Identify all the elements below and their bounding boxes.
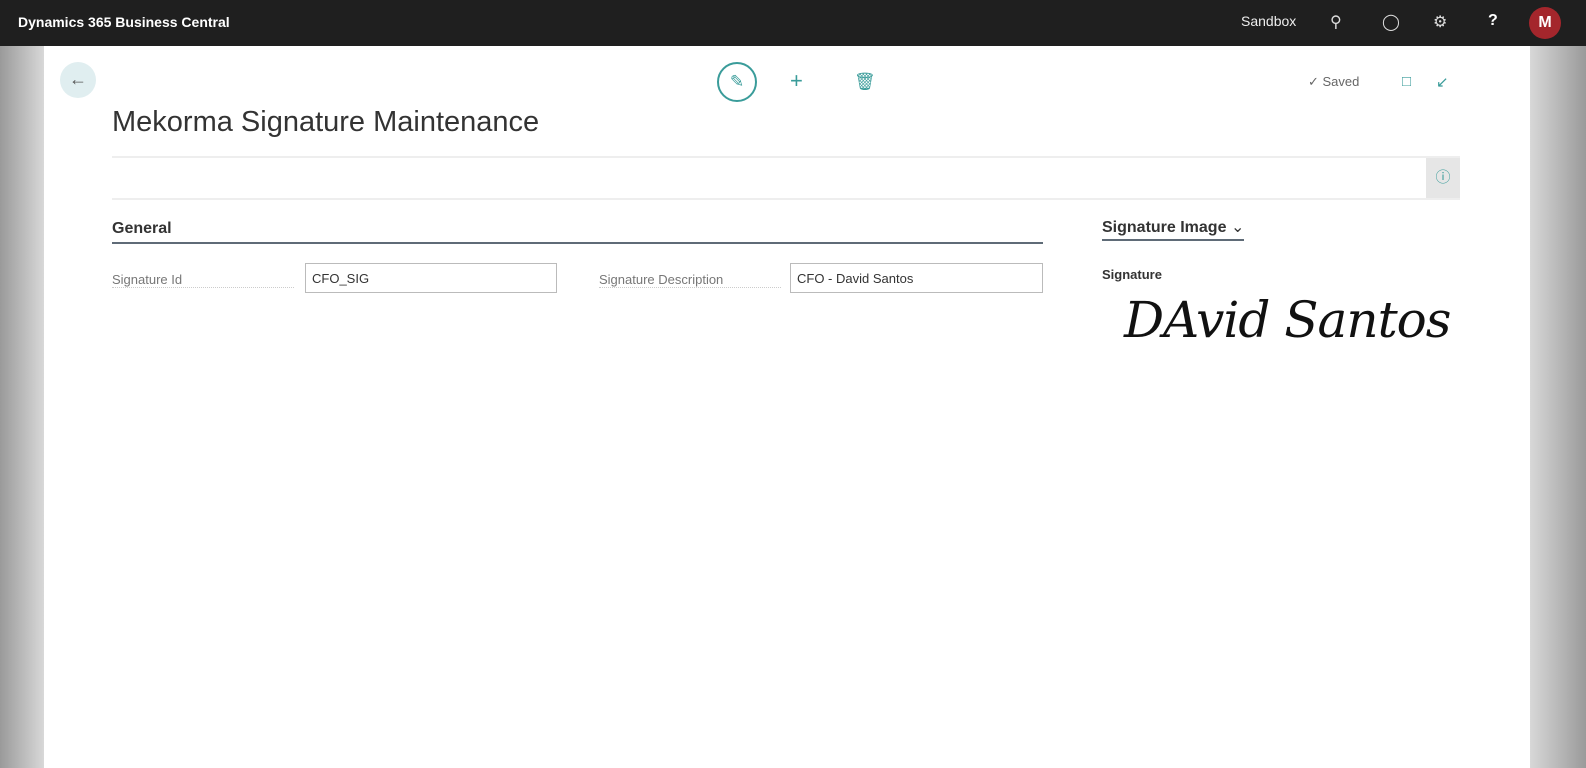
back-button[interactable]: ←	[60, 62, 96, 98]
page-title: Mekorma Signature Maintenance	[112, 106, 540, 138]
edit-button[interactable]: ✎	[717, 62, 757, 102]
chevron-down-icon: ⌄	[1230, 219, 1245, 236]
signature-id-input[interactable]: CFO_SIG	[305, 263, 557, 293]
app-title[interactable]: Dynamics 365 Business Central	[18, 14, 230, 30]
help-icon[interactable]: ?	[1488, 12, 1498, 30]
bell-icon[interactable]: ◯	[1382, 12, 1400, 32]
gear-icon[interactable]: ⚙	[1433, 12, 1447, 32]
signature-image-heading[interactable]: Signature Image ⌄	[1102, 217, 1245, 241]
signature-image[interactable]: DAvid Santos	[1124, 291, 1451, 349]
search-icon[interactable]: ⚲	[1330, 12, 1342, 32]
info-bar: ⓘ	[112, 156, 1460, 200]
delete-icon[interactable]: 🗑	[854, 72, 876, 92]
info-icon[interactable]: ⓘ	[1426, 158, 1460, 198]
collapse-icon[interactable]: ↙	[1436, 73, 1449, 91]
saved-status: ✓ Saved	[1308, 74, 1360, 89]
signature-description-label: Signature Description	[599, 272, 781, 288]
top-bar: Dynamics 365 Business Central Sandbox ⚲ …	[0, 0, 1586, 46]
environment-label: Sandbox	[1241, 13, 1297, 29]
new-button[interactable]: +	[790, 68, 803, 94]
record-page: ← ✎ + 🗑 ✓ Saved □ ↙ Mekorma Signature Ma…	[44, 46, 1530, 768]
general-section-heading[interactable]: General	[112, 220, 1043, 244]
signature-image-heading-label: Signature Image	[1102, 219, 1227, 236]
signature-label: Signature	[1102, 267, 1162, 282]
signature-description-input[interactable]: CFO - David Santos	[790, 263, 1043, 293]
open-new-window-icon[interactable]: □	[1402, 73, 1411, 90]
signature-id-label: Signature Id	[112, 272, 294, 288]
avatar[interactable]: M	[1529, 7, 1561, 39]
